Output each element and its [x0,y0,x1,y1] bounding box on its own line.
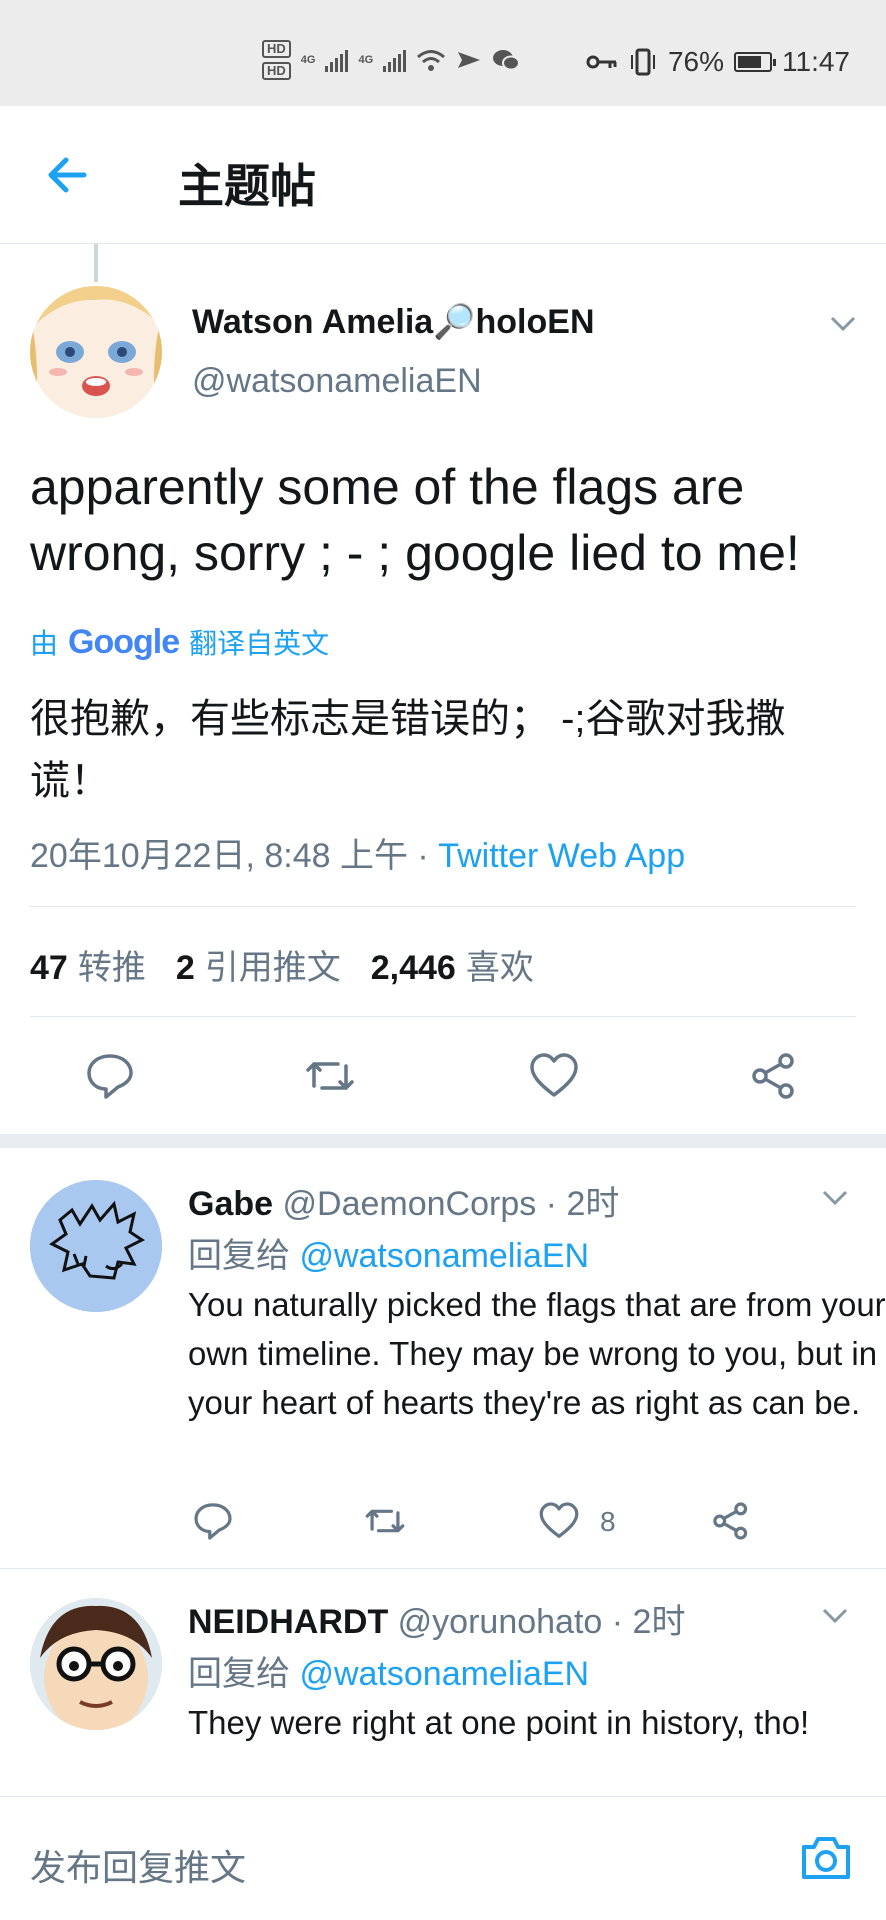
reply-header: NEIDHARDT @yorunohato · 2时 [188,1594,685,1643]
tweet-actions [0,1042,886,1112]
reply-author-handle[interactable]: @yorunohato [398,1603,603,1641]
compose-input[interactable]: 发布回复推文 [30,1839,246,1891]
vibrate-icon [630,48,655,76]
key-icon [586,55,617,69]
battery-percent: 76% [667,46,724,77]
top-bar: 主题帖 [0,106,886,244]
heart-icon[interactable] [538,1500,580,1542]
hd2-badge: HD [262,62,291,80]
reply-like-count: 8 [600,1506,616,1537]
chevron-down-icon[interactable] [830,316,856,332]
section-separator [0,1134,886,1148]
tweet-stats: 47 转推 2 引用推文 2,446 喜欢 [30,940,534,989]
translation-attribution: 由 Google 翻译自英文 [30,622,329,662]
reply-avatar[interactable] [30,1180,162,1312]
reply-icon[interactable] [192,1500,234,1542]
arrow-left-icon[interactable] [44,152,90,198]
divider [0,1568,886,1569]
signal1-icon [325,48,349,72]
author-name[interactable]: Watson Amelia🔎holoEN [192,302,595,342]
heart-icon[interactable] [528,1050,580,1102]
status-left: HD HD 4G 4G [262,40,521,80]
wechat-icon [493,50,521,71]
reply-avatar[interactable] [30,1598,162,1730]
reply-time: · 2时 [536,1185,620,1223]
retweet-icon[interactable] [364,1500,406,1542]
battery-icon [734,52,776,72]
thread-line [94,244,98,282]
reply-author-name[interactable]: Gabe [188,1185,273,1223]
send-icon [458,52,481,68]
reply-to-handle[interactable]: @watsonameliaEN [299,1237,589,1275]
reply-to-handle[interactable]: @watsonameliaEN [299,1655,589,1693]
tweet-text: apparently some of the flags are wrong, … [30,459,800,581]
share-icon[interactable] [710,1500,752,1542]
signal2-icon [383,48,407,72]
tweet-meta: 20年10月22日, 8:48 上午 · Twitter Web App [30,828,685,877]
wifi-icon [417,50,446,71]
status-bar: HD HD 4G 4G 76% 11:47 [0,0,886,106]
reply-icon[interactable] [84,1050,136,1102]
page-title: 主题帖 [178,160,316,212]
compose-bar: 发布回复推文 [0,1796,886,1920]
share-icon[interactable] [748,1050,800,1102]
timestamp: 20年10月22日, 8:48 上午 · [30,837,439,875]
reply-header: Gabe @DaemonCorps · 2时 [188,1176,619,1225]
source-link[interactable]: Twitter Web App [438,837,685,875]
quotes-stat[interactable]: 2 引用推文 [176,940,341,989]
net1-label: 4G [300,54,316,66]
reply-author-name[interactable]: NEIDHARDT [188,1603,388,1641]
reply-author-handle[interactable]: @DaemonCorps [283,1185,537,1223]
hd-indicator: HD HD [262,40,291,80]
likes-stat[interactable]: 2,446 喜欢 [371,940,534,989]
clock: 11:47 [782,46,850,77]
reply-to-line: 回复给 @watsonameliaEN [188,1228,589,1277]
hd1-badge: HD [262,40,291,58]
google-logo: Google [68,622,180,661]
reply-to-label: 回复给 [188,1655,300,1693]
reply-text: They were right at one point in history,… [188,1704,810,1741]
reply-to-line: 回复给 @watsonameliaEN [188,1646,589,1695]
reply-time: · 2时 [602,1603,686,1641]
net2-label: 4G [358,54,374,66]
retweet-icon[interactable] [304,1050,356,1102]
translated-text: 很抱歉，有些标志是错误的； -;谷歌对我撒谎！ [30,697,786,803]
divider [30,906,856,907]
reply-to-label: 回复给 [188,1237,300,1275]
status-right: 76% 11:47 [586,46,850,78]
chevron-down-icon[interactable] [822,1190,848,1206]
retweets-stat[interactable]: 47 转推 [30,940,146,989]
translate-suffix[interactable]: 翻译自英文 [189,622,329,662]
translate-prefix: 由 [30,628,59,659]
chevron-down-icon[interactable] [822,1608,848,1624]
avatar[interactable] [30,286,162,418]
author-handle[interactable]: @watsonameliaEN [192,362,482,401]
divider [30,1016,856,1017]
reply-text: You naturally picked the flags that are … [188,1286,886,1421]
camera-icon[interactable] [800,1833,852,1881]
